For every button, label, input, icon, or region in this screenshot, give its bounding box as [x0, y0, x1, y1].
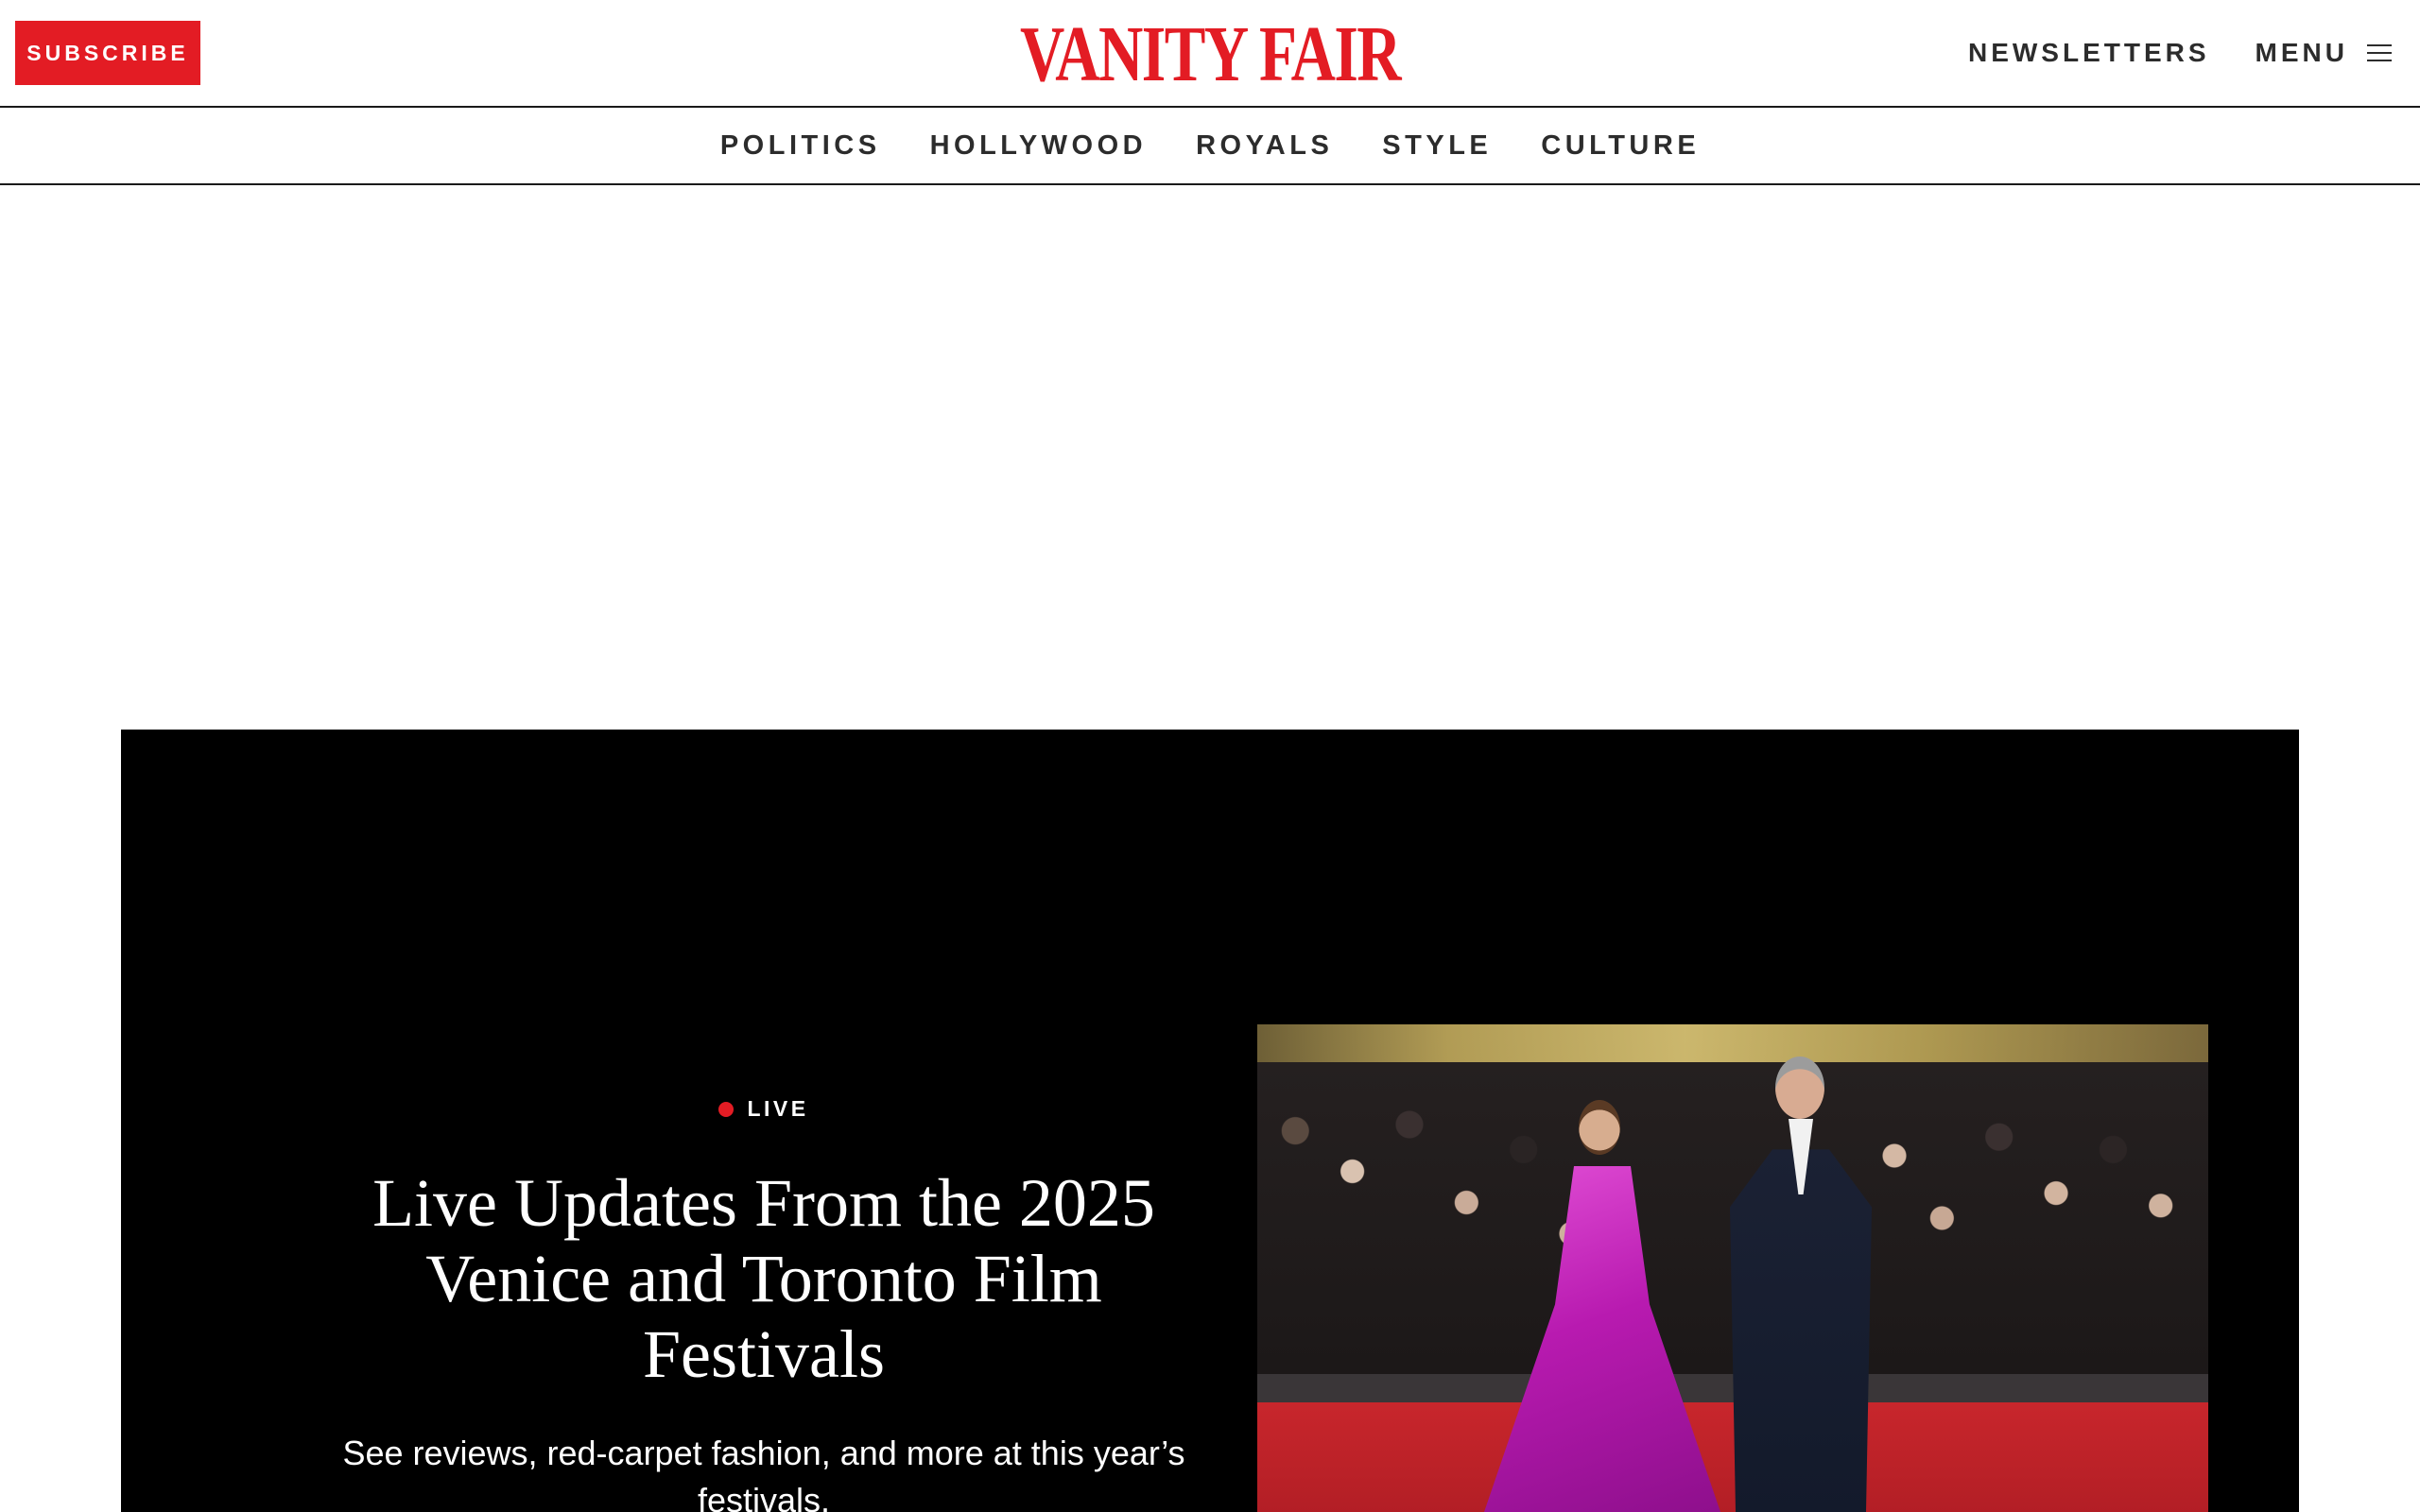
photo-woman	[1579, 1100, 1620, 1155]
hero-image[interactable]	[1257, 1024, 2208, 1512]
live-label: LIVE	[747, 1096, 809, 1121]
live-dot-icon	[718, 1101, 735, 1117]
photo-lights	[1257, 1024, 2208, 1066]
subscribe-button[interactable]: SUBSCRIBE	[15, 21, 200, 85]
nav-item-politics[interactable]: POLITICS	[718, 130, 883, 162]
live-badge: LIVE	[718, 1096, 808, 1122]
newsletters-label: NEWSLETTERS	[1967, 38, 2210, 67]
vanity-fair-logo[interactable]: VANITY FAIR	[1020, 10, 1402, 98]
ad-slot	[0, 185, 2420, 730]
hero-dek: See reviews, red-carpet fashion, and mor…	[342, 1434, 1185, 1512]
nav-item-style[interactable]: STYLE	[1380, 130, 1494, 162]
site-header: SUBSCRIBE VANITY FAIR NEWSLETTERS MENU	[0, 0, 2420, 108]
photo-red-carpet	[1257, 1402, 2208, 1512]
hero-text-block: LIVE Live Updates From the 2025 Venice a…	[182, 1096, 1346, 1512]
hamburger-icon	[2367, 44, 2392, 61]
nav-item-royals[interactable]: ROYALS	[1194, 130, 1335, 162]
menu-button[interactable]: MENU	[2256, 38, 2392, 68]
nav-item-culture[interactable]: CULTURE	[1539, 130, 1702, 162]
header-actions: NEWSLETTERS MENU	[1968, 32, 2392, 74]
photo-man-head	[1775, 1057, 1824, 1119]
hero-headline[interactable]: Live Updates From the 2025 Venice and To…	[320, 1165, 1208, 1392]
section-nav: POLITICS HOLLYWOOD ROYALS STYLE CULTURE	[0, 108, 2420, 185]
hero-feature: LIVE Live Updates From the 2025 Venice a…	[121, 730, 2299, 1512]
menu-label: MENU	[2255, 38, 2348, 67]
newsletters-link[interactable]: NEWSLETTERS	[1968, 38, 2210, 68]
nav-item-hollywood[interactable]: HOLLYWOOD	[928, 130, 1150, 162]
